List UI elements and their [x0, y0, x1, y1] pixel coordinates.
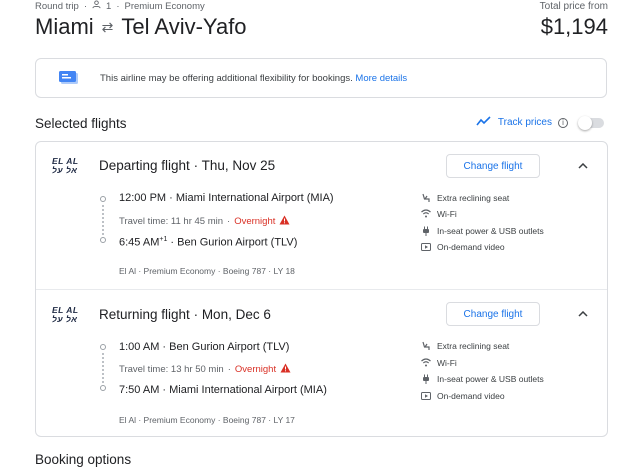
- timeline-dots: [102, 353, 106, 383]
- flight-details-footer: El Al · Premium Economy · Boeing 787 · L…: [119, 266, 295, 276]
- origin-city: Miami: [35, 14, 94, 39]
- route-title: Miami ⇄ Tel Aviv-Yafo: [35, 14, 247, 40]
- wifi-icon: [420, 357, 431, 368]
- destination-city: Tel Aviv-Yafo: [121, 14, 247, 39]
- passenger-count: 1: [106, 0, 112, 12]
- person-icon: [92, 0, 101, 12]
- ticket-icon: [58, 70, 80, 86]
- price-label: Total price from: [539, 1, 608, 12]
- power-plug-icon: [420, 373, 431, 384]
- timeline-dots: [102, 205, 106, 235]
- amenity-item: Extra reclining seat: [420, 340, 509, 351]
- power-plug-icon: [420, 225, 431, 236]
- arrival-dot: [100, 237, 106, 243]
- trip-meta: Round trip · 1 · Premium Economy: [35, 0, 205, 12]
- arrival-row: 7:50 AM · Miami International Airport (M…: [119, 384, 327, 396]
- arrival-dot: [100, 385, 106, 391]
- track-prices[interactable]: Track prices i: [476, 115, 604, 130]
- flight-divider: [36, 289, 607, 290]
- arrival-row: 6:45 AM+1 · Ben Gurion Airport (TLV): [119, 236, 298, 249]
- seat-icon: [420, 340, 431, 351]
- info-icon[interactable]: i: [558, 117, 568, 128]
- amenity-item: In-seat power & USB outlets: [420, 373, 544, 384]
- amenity-item: On-demand video: [420, 241, 505, 252]
- warning-icon: [279, 215, 290, 228]
- chevron-up-icon[interactable]: [576, 307, 590, 321]
- selected-flights-title: Selected flights: [35, 116, 127, 131]
- swap-arrows-icon: ⇄: [101, 18, 114, 35]
- departing-flight-heading: Departing flight · Thu, Nov 25: [99, 158, 276, 173]
- track-prices-label[interactable]: Track prices: [498, 117, 552, 128]
- flight-details-footer: El Al · Premium Economy · Boeing 787 · L…: [119, 415, 295, 425]
- el-al-logo: EL AL אל על: [52, 156, 79, 175]
- amenity-item: Wi-Fi: [420, 208, 457, 219]
- more-details-link[interactable]: More details: [355, 73, 407, 84]
- change-departing-flight-button[interactable]: Change flight: [446, 154, 540, 178]
- departure-dot: [100, 196, 106, 202]
- amenity-item: Extra reclining seat: [420, 192, 509, 203]
- video-icon: [420, 390, 431, 401]
- flexibility-notice: This airline may be offering additional …: [35, 58, 607, 98]
- travel-time-row: Travel time: 11 hr 45 min · Overnight: [119, 215, 290, 228]
- travel-time-row: Travel time: 13 hr 50 min · Overnight: [119, 363, 291, 376]
- seat-icon: [420, 192, 431, 203]
- returning-flight-heading: Returning flight · Mon, Dec 6: [99, 307, 271, 322]
- video-icon: [420, 241, 431, 252]
- total-price: $1,194: [540, 14, 608, 39]
- departure-row: 12:00 PM · Miami International Airport (…: [119, 192, 334, 204]
- el-al-logo: EL AL אל על: [52, 305, 79, 324]
- trip-type: Round trip: [35, 0, 79, 12]
- notice-text: This airline may be offering additional …: [100, 72, 353, 84]
- change-returning-flight-button[interactable]: Change flight: [446, 302, 540, 326]
- departure-dot: [100, 344, 106, 350]
- amenity-item: Wi-Fi: [420, 357, 457, 368]
- warning-icon: [280, 363, 291, 376]
- track-prices-toggle[interactable]: [578, 115, 604, 130]
- cabin-class: Premium Economy: [124, 0, 205, 12]
- amenity-item: In-seat power & USB outlets: [420, 225, 544, 236]
- amenity-item: On-demand video: [420, 390, 505, 401]
- trend-icon: [476, 116, 492, 129]
- departure-row: 1:00 AM · Ben Gurion Airport (TLV): [119, 341, 290, 353]
- chevron-up-icon[interactable]: [576, 159, 590, 173]
- wifi-icon: [420, 208, 431, 219]
